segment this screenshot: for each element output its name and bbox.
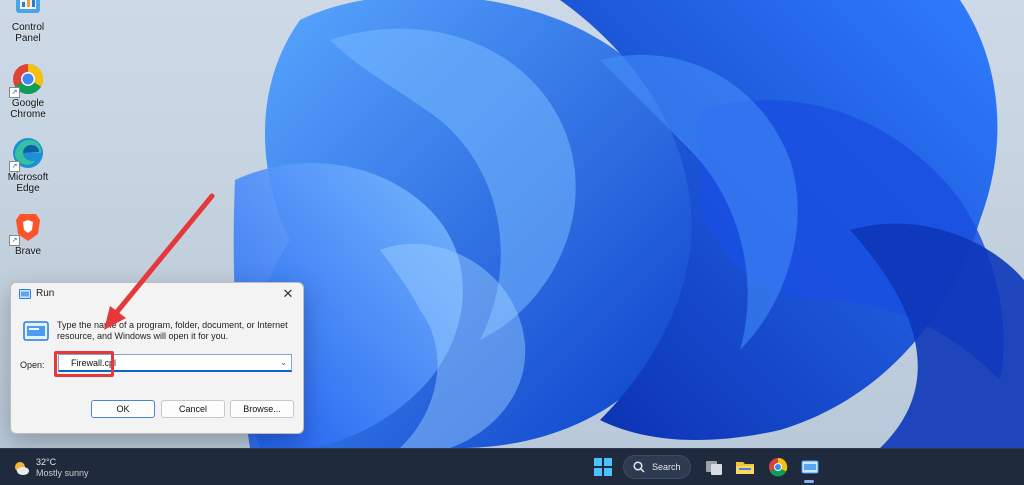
desktop-icon-label: Brave <box>14 246 42 257</box>
desktop-icon-edge[interactable]: ↗ Microsoft Edge <box>0 136 56 194</box>
highlight-box <box>54 351 114 377</box>
brave-icon: ↗ <box>9 210 45 246</box>
run-icon[interactable] <box>800 457 820 477</box>
desktop: Control Panel ↗ Google Chrome ↗ Microsof… <box>0 0 1024 448</box>
search-label: Search <box>652 462 681 472</box>
open-label: Open: <box>20 360 45 370</box>
desktop-icon-label: Control Panel <box>11 22 45 44</box>
edge-icon: ↗ <box>9 136 45 172</box>
chrome-icon: ↗ <box>9 62 45 98</box>
desktop-icon-label: Google Chrome <box>10 98 46 120</box>
shortcut-arrow-icon: ↗ <box>9 235 20 246</box>
run-titlebar[interactable]: Run ✕ <box>11 283 303 305</box>
taskbar: 32°C Mostly sunny Search <box>0 448 1024 485</box>
run-title: Run <box>36 288 55 299</box>
taskbar-search[interactable]: Search <box>623 455 691 479</box>
weather-temp: 32°C <box>36 457 57 467</box>
desktop-icon-chrome[interactable]: ↗ Google Chrome <box>0 62 56 120</box>
run-description: Type the name of a program, folder, docu… <box>57 320 288 341</box>
ok-button[interactable]: OK <box>91 400 155 418</box>
partly-sunny-icon <box>15 462 29 475</box>
active-app-indicator <box>804 480 814 483</box>
cancel-button[interactable]: Cancel <box>161 400 225 418</box>
desktop-icon-control-panel[interactable]: Control Panel <box>0 0 56 44</box>
browse-button[interactable]: Browse... <box>230 400 294 418</box>
task-view-icon[interactable] <box>704 457 724 477</box>
file-explorer-icon[interactable] <box>735 457 755 477</box>
weather-condition: Mostly sunny <box>36 468 89 478</box>
shortcut-arrow-icon: ↗ <box>9 161 20 172</box>
run-icon <box>19 289 31 299</box>
start-icon[interactable] <box>593 457 613 477</box>
run-dialog: Run ✕ Type the name of a program, folder… <box>10 282 304 434</box>
search-icon <box>633 461 645 473</box>
control-panel-icon <box>11 0 45 20</box>
run-app-icon <box>23 321 49 341</box>
chevron-down-icon[interactable]: ⌄ <box>280 355 287 371</box>
close-icon[interactable]: ✕ <box>279 285 297 303</box>
desktop-icon-label: Microsoft Edge <box>7 172 49 194</box>
desktop-icon-brave[interactable]: ↗ Brave <box>0 210 56 257</box>
shortcut-arrow-icon: ↗ <box>9 87 20 98</box>
chrome-icon[interactable] <box>768 457 788 477</box>
